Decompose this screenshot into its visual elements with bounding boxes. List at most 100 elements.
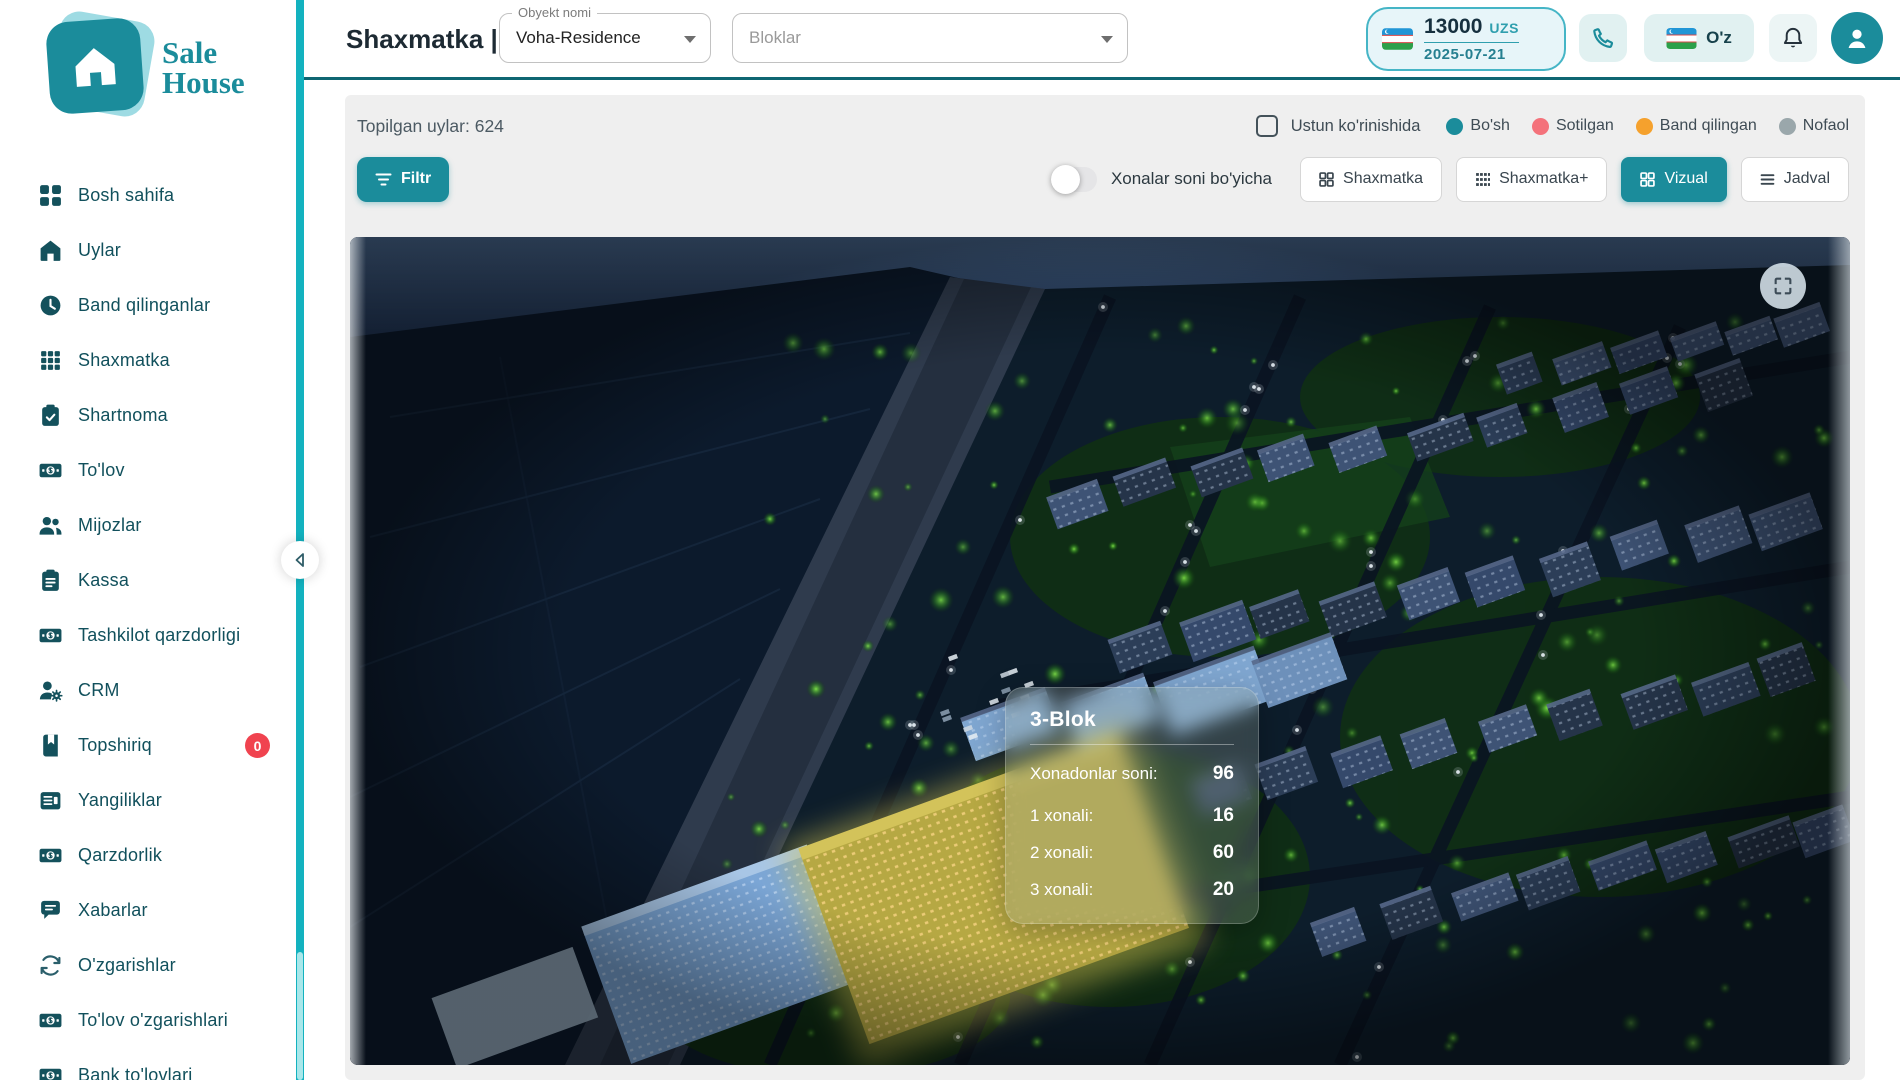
controls-toolbar: Filtr Xonalar soni bo'yicha Shaxmatka Sh… bbox=[357, 155, 1849, 203]
sidebar-scrollbar[interactable] bbox=[297, 952, 303, 1080]
tooltip-row: 3 xonali: 20 bbox=[1030, 879, 1234, 901]
sidebar-item-crm[interactable]: CRM bbox=[0, 663, 296, 718]
status-legend: Bo'sh Sotilgan Band qilingan Nofaol bbox=[1446, 117, 1849, 135]
legend-item-vacant[interactable]: Bo'sh bbox=[1446, 117, 1510, 135]
sidebar-item-topshiriq[interactable]: Topshiriq0 bbox=[0, 718, 296, 773]
sidebar-item-qarzdorlik[interactable]: Qarzdorlik bbox=[0, 828, 296, 883]
fullscreen-button[interactable] bbox=[1760, 263, 1806, 309]
brand-logo[interactable]: Sale House bbox=[44, 12, 274, 122]
results-toolbar: Topilgan uylar: 624 Ustun ko'rinishida B… bbox=[357, 103, 1849, 149]
rooms-toggle-group[interactable]: Xonalar soni bo'yicha bbox=[1051, 167, 1272, 192]
sidebar-item-label: Shartnoma bbox=[78, 405, 168, 426]
clients-icon bbox=[38, 513, 63, 538]
block-select-placeholder: Bloklar bbox=[749, 28, 801, 48]
column-view-checkbox[interactable] bbox=[1256, 115, 1278, 137]
view-button-shaxmatka-plus[interactable]: Shaxmatka+ bbox=[1456, 157, 1607, 202]
notification-badge: 0 bbox=[245, 733, 270, 758]
notifications-button[interactable] bbox=[1769, 14, 1817, 62]
contract-icon bbox=[38, 403, 63, 428]
view-button-label: Shaxmatka+ bbox=[1499, 170, 1588, 188]
fullscreen-icon bbox=[1772, 275, 1794, 297]
sidebar-item-tolov-ozgarishlari[interactable]: To'lov o'zgarishlari bbox=[0, 993, 296, 1048]
cashbox-icon bbox=[38, 568, 63, 593]
legend-dot bbox=[1779, 118, 1796, 135]
sidebar-item-label: Band qilinganlar bbox=[78, 295, 210, 316]
sidebar-item-shartnoma[interactable]: Shartnoma bbox=[0, 388, 296, 443]
tooltip-label: 1 xonali: bbox=[1030, 806, 1093, 826]
sidebar-item-label: Kassa bbox=[78, 570, 129, 591]
chevron-down-icon bbox=[1101, 36, 1113, 43]
block-title: 3-Blok bbox=[1030, 708, 1234, 745]
sidebar-item-label: To'lov o'zgarishlari bbox=[78, 1010, 228, 1031]
3d-complex-view[interactable]: 3-Blok Xonadonlar soni: 96 1 xonali: 16 … bbox=[350, 237, 1850, 1065]
crm-icon bbox=[38, 678, 63, 703]
messages-icon bbox=[38, 898, 63, 923]
sidebar-divider bbox=[296, 0, 304, 1080]
currency-info: 13000 UZS 2025-07-21 bbox=[1424, 15, 1519, 63]
sidebar-collapse-button[interactable] bbox=[281, 541, 319, 579]
tooltip-row: Xonadonlar soni: 96 bbox=[1030, 763, 1234, 785]
sidebar-item-yangiliklar[interactable]: Yangiliklar bbox=[0, 773, 296, 828]
sidebar-item-xabarlar[interactable]: Xabarlar bbox=[0, 883, 296, 938]
sidebar-item-ozgarishlar[interactable]: O'zgarishlar bbox=[0, 938, 296, 993]
grid-icon bbox=[1319, 172, 1334, 187]
view-button-label: Vizual bbox=[1664, 170, 1707, 188]
sidebar: Sale House Bosh sahifa Uylar Band qiling… bbox=[0, 0, 296, 1080]
sidebar-item-uylar[interactable]: Uylar bbox=[0, 223, 296, 278]
language-button[interactable]: O'z bbox=[1644, 14, 1754, 62]
sidebar-item-label: Mijozlar bbox=[78, 515, 142, 536]
brand-name: Sale House bbox=[162, 38, 245, 99]
block-select[interactable]: Bloklar bbox=[732, 13, 1128, 63]
uzbekistan-flag-icon bbox=[1666, 28, 1697, 49]
sidebar-nav: Bosh sahifa Uylar Band qilinganlar Shaxm… bbox=[0, 168, 296, 1080]
sidebar-item-tashkilot-qarzdorligi[interactable]: Tashkilot qarzdorligi bbox=[0, 608, 296, 663]
house-icon bbox=[38, 238, 63, 263]
sidebar-item-label: Xabarlar bbox=[78, 900, 148, 921]
legend-item-inactive[interactable]: Nofaol bbox=[1779, 117, 1849, 135]
sidebar-item-shaxmatka[interactable]: Shaxmatka bbox=[0, 333, 296, 388]
sidebar-item-mijozlar[interactable]: Mijozlar bbox=[0, 498, 296, 553]
filter-button[interactable]: Filtr bbox=[357, 157, 449, 202]
money-icon bbox=[38, 843, 63, 868]
legend-item-reserved[interactable]: Band qilingan bbox=[1636, 117, 1757, 135]
toggle-knob bbox=[1051, 165, 1080, 194]
bell-icon bbox=[1780, 25, 1806, 51]
payment-icon bbox=[38, 458, 63, 483]
phone-button[interactable] bbox=[1579, 14, 1627, 62]
app-root: Sale House Bosh sahifa Uylar Band qiling… bbox=[0, 0, 1900, 1080]
object-select-value: Voha-Residence bbox=[516, 28, 641, 48]
legend-dot bbox=[1636, 118, 1653, 135]
logo-mark bbox=[45, 17, 145, 115]
sidebar-item-label: Qarzdorlik bbox=[78, 845, 162, 866]
chevron-left-icon bbox=[291, 551, 309, 569]
sidebar-item-label: Uylar bbox=[78, 240, 121, 261]
sidebar-item-bosh-sahifa[interactable]: Bosh sahifa bbox=[0, 168, 296, 223]
user-avatar[interactable] bbox=[1831, 12, 1883, 64]
currency-rate-badge[interactable]: 13000 UZS 2025-07-21 bbox=[1366, 7, 1566, 71]
view-button-shaxmatka[interactable]: Shaxmatka bbox=[1300, 157, 1442, 202]
tooltip-value: 60 bbox=[1213, 842, 1234, 864]
page-title: Shaxmatka | bbox=[346, 24, 498, 55]
object-select-label: Obyekt nomi bbox=[512, 5, 597, 20]
sidebar-item-label: O'zgarishlar bbox=[78, 955, 176, 976]
sidebar-item-label: Bank to'lovlari bbox=[78, 1065, 193, 1080]
view-switcher: Shaxmatka Shaxmatka+ Vizual Jadval bbox=[1300, 157, 1849, 202]
column-view-checkbox-group[interactable]: Ustun ko'rinishida bbox=[1256, 115, 1421, 137]
language-label: O'z bbox=[1706, 28, 1732, 48]
grid-icon bbox=[1640, 172, 1655, 187]
sidebar-item-bank-tolovlari[interactable]: Bank to'lovlari bbox=[0, 1048, 296, 1080]
currency-amount: 13000 bbox=[1424, 15, 1482, 39]
list-icon bbox=[1760, 172, 1775, 187]
object-select[interactable]: Obyekt nomi Voha-Residence bbox=[499, 13, 711, 63]
home-icon bbox=[67, 38, 123, 94]
sidebar-item-band-qilinganlar[interactable]: Band qilinganlar bbox=[0, 278, 296, 333]
view-button-vizual[interactable]: Vizual bbox=[1621, 157, 1726, 202]
view-button-jadval[interactable]: Jadval bbox=[1741, 157, 1849, 202]
sidebar-item-kassa[interactable]: Kassa bbox=[0, 553, 296, 608]
tooltip-label: 2 xonali: bbox=[1030, 843, 1093, 863]
sidebar-item-tolov[interactable]: To'lov bbox=[0, 443, 296, 498]
money-icon bbox=[38, 1063, 63, 1080]
rooms-toggle[interactable] bbox=[1051, 167, 1097, 192]
view-button-label: Shaxmatka bbox=[1343, 170, 1423, 188]
legend-item-sold[interactable]: Sotilgan bbox=[1532, 117, 1614, 135]
